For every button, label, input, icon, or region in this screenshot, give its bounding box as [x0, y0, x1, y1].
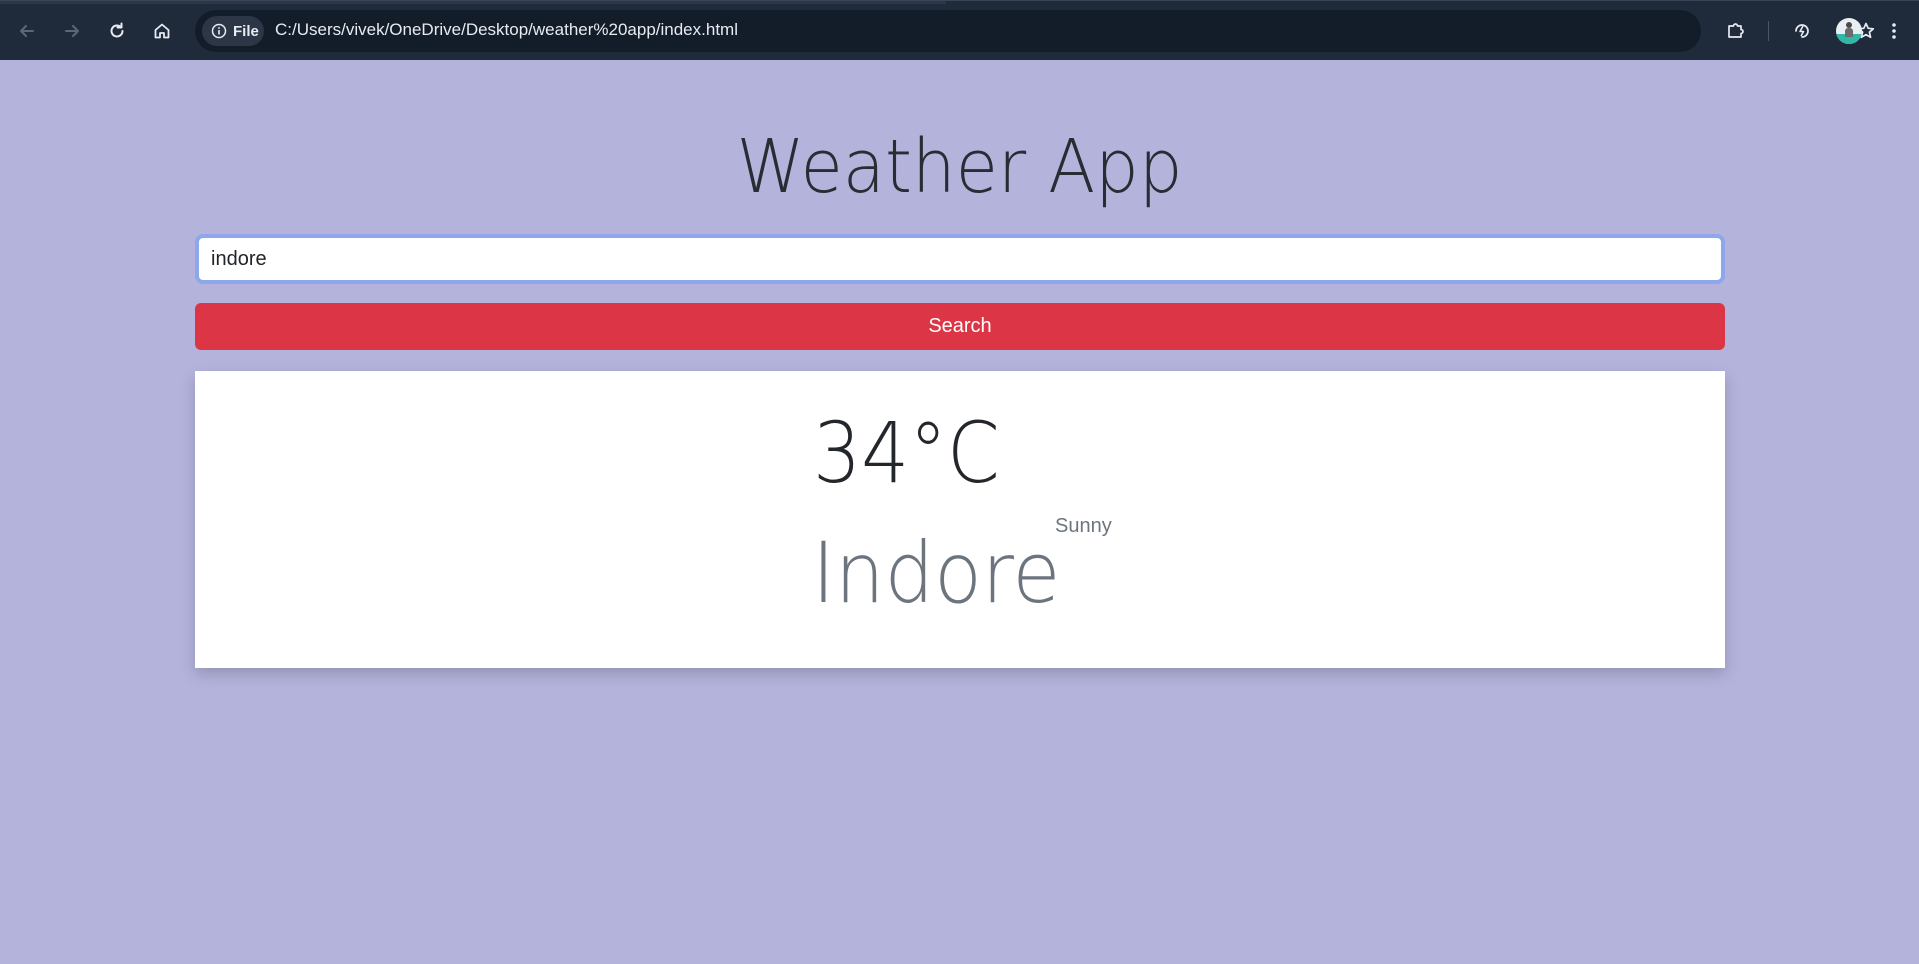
city-name: Indore — [812, 524, 1061, 622]
performance-icon — [1795, 24, 1809, 38]
site-info-chip[interactable]: File — [202, 16, 264, 46]
city-search-input[interactable] — [195, 234, 1725, 284]
info-icon — [211, 23, 227, 39]
site-chip-label: File — [233, 22, 259, 40]
profile-avatar[interactable] — [1836, 18, 1862, 44]
back-button[interactable] — [11, 15, 43, 47]
puzzle-icon — [1728, 23, 1744, 38]
home-button[interactable] — [146, 15, 178, 47]
search-button[interactable]: Search — [195, 303, 1725, 350]
temperature-value: 34°C — [813, 404, 1000, 502]
home-icon — [154, 23, 170, 39]
kebab-menu-icon — [1892, 23, 1896, 39]
weather-card: 34°C Sunny Indore — [195, 371, 1725, 668]
performance-button[interactable] — [1786, 15, 1818, 47]
extensions-button[interactable] — [1720, 15, 1752, 47]
reload-button[interactable] — [101, 15, 133, 47]
toolbar-divider — [1768, 21, 1769, 41]
address-bar[interactable]: File C:/Users/vivek/OneDrive/Desktop/wea… — [195, 10, 1875, 52]
browser-toolbar: File C:/Users/vivek/OneDrive/Desktop/wea… — [0, 0, 1919, 60]
url-text[interactable]: C:/Users/vivek/OneDrive/Desktop/weather%… — [275, 20, 738, 40]
menu-button[interactable] — [1878, 15, 1910, 47]
page-title: Weather App — [736, 124, 1183, 210]
arrow-left-icon — [20, 25, 34, 37]
weather-condition: Sunny — [1055, 515, 1112, 537]
reload-icon — [110, 22, 124, 38]
tab-strip-edge — [0, 1, 946, 4]
arrow-right-icon — [65, 25, 79, 37]
forward-button[interactable] — [56, 15, 88, 47]
